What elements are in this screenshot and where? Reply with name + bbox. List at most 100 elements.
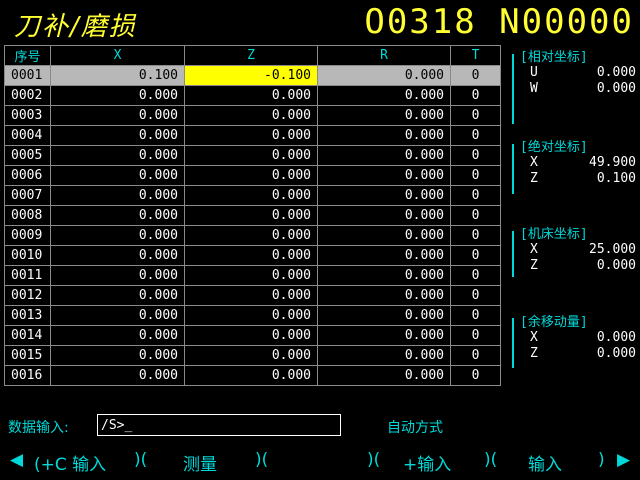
cell-t[interactable]: 0 xyxy=(450,305,501,326)
cell-z[interactable]: 0.000 xyxy=(184,245,318,266)
cell-x[interactable]: 0.000 xyxy=(50,145,185,166)
cell-z[interactable]: 0.000 xyxy=(184,365,318,386)
cell-t[interactable]: 0 xyxy=(450,265,501,286)
cell-no[interactable]: 0011 xyxy=(4,265,51,286)
table-row[interactable]: 0006 0.000 0.000 0.000 0 xyxy=(4,165,501,186)
cell-z[interactable]: 0.000 xyxy=(184,345,318,366)
cell-r[interactable]: 0.000 xyxy=(317,65,451,86)
table-row[interactable]: 0012 0.000 0.000 0.000 0 xyxy=(4,285,501,306)
softkey-c-input[interactable]: (+C 输入 xyxy=(34,450,106,475)
cell-no[interactable]: 0002 xyxy=(4,85,51,106)
cell-t[interactable]: 0 xyxy=(450,185,501,206)
table-row[interactable]: 0010 0.000 0.000 0.000 0 xyxy=(4,245,501,266)
cell-r[interactable]: 0.000 xyxy=(317,245,451,266)
cell-z[interactable]: 0.000 xyxy=(184,145,318,166)
cell-t[interactable]: 0 xyxy=(450,85,501,106)
cell-z[interactable]: 0.000 xyxy=(184,165,318,186)
cell-x[interactable]: 0.000 xyxy=(50,85,185,106)
cell-z[interactable]: -0.100 xyxy=(184,65,318,86)
cell-z[interactable]: 0.000 xyxy=(184,205,318,226)
cell-z[interactable]: 0.000 xyxy=(184,265,318,286)
cell-no[interactable]: 0005 xyxy=(4,145,51,166)
cell-no[interactable]: 0008 xyxy=(4,205,51,226)
table-row[interactable]: 0011 0.000 0.000 0.000 0 xyxy=(4,265,501,286)
cell-t[interactable]: 0 xyxy=(450,125,501,146)
cell-x[interactable]: 0.000 xyxy=(50,165,185,186)
table-row[interactable]: 0009 0.000 0.000 0.000 0 xyxy=(4,225,501,246)
cell-no[interactable]: 0003 xyxy=(4,105,51,126)
cell-t[interactable]: 0 xyxy=(450,165,501,186)
cell-x[interactable]: 0.000 xyxy=(50,185,185,206)
cell-r[interactable]: 0.000 xyxy=(317,225,451,246)
cell-no[interactable]: 0006 xyxy=(4,165,51,186)
cell-z[interactable]: 0.000 xyxy=(184,305,318,326)
cell-x[interactable]: 0.000 xyxy=(50,285,185,306)
cell-r[interactable]: 0.000 xyxy=(317,165,451,186)
cell-no[interactable]: 0004 xyxy=(4,125,51,146)
cell-r[interactable]: 0.000 xyxy=(317,105,451,126)
cell-t[interactable]: 0 xyxy=(450,245,501,266)
cell-no[interactable]: 0010 xyxy=(4,245,51,266)
cell-r[interactable]: 0.000 xyxy=(317,365,451,386)
cell-no[interactable]: 0014 xyxy=(4,325,51,346)
cell-x[interactable]: 0.000 xyxy=(50,305,185,326)
cell-x[interactable]: 0.000 xyxy=(50,245,185,266)
cell-r[interactable]: 0.000 xyxy=(317,125,451,146)
softkey-measure[interactable]: 测量 xyxy=(183,450,217,475)
cell-x[interactable]: 0.000 xyxy=(50,225,185,246)
cell-x[interactable]: 0.000 xyxy=(50,125,185,146)
cell-z[interactable]: 0.000 xyxy=(184,85,318,106)
data-input-field[interactable]: /S>_ xyxy=(97,414,341,436)
cell-z[interactable]: 0.000 xyxy=(184,285,318,306)
cell-r[interactable]: 0.000 xyxy=(317,205,451,226)
cell-z[interactable]: 0.000 xyxy=(184,105,318,126)
cell-z[interactable]: 0.000 xyxy=(184,325,318,346)
softkey-next-arrow[interactable]: ▶ xyxy=(617,450,630,470)
cell-t[interactable]: 0 xyxy=(450,105,501,126)
softkey-plus-input[interactable]: +输入 xyxy=(403,450,451,475)
cell-z[interactable]: 0.000 xyxy=(184,225,318,246)
cell-z[interactable]: 0.000 xyxy=(184,185,318,206)
cell-r[interactable]: 0.000 xyxy=(317,345,451,366)
cell-r[interactable]: 0.000 xyxy=(317,325,451,346)
table-row[interactable]: 0007 0.000 0.000 0.000 0 xyxy=(4,185,501,206)
table-row[interactable]: 0008 0.000 0.000 0.000 0 xyxy=(4,205,501,226)
cell-no[interactable]: 0007 xyxy=(4,185,51,206)
softkey-prev-arrow[interactable]: ◀ xyxy=(10,450,23,470)
cell-no[interactable]: 0016 xyxy=(4,365,51,386)
cell-x[interactable]: 0.000 xyxy=(50,345,185,366)
cell-x[interactable]: 0.000 xyxy=(50,365,185,386)
cell-r[interactable]: 0.000 xyxy=(317,285,451,306)
cell-x[interactable]: 0.000 xyxy=(50,265,185,286)
cell-x[interactable]: 0.000 xyxy=(50,205,185,226)
table-row[interactable]: 0014 0.000 0.000 0.000 0 xyxy=(4,325,501,346)
cell-no[interactable]: 0001 xyxy=(4,65,51,86)
table-row[interactable]: 0013 0.000 0.000 0.000 0 xyxy=(4,305,501,326)
table-row[interactable]: 0016 0.000 0.000 0.000 0 xyxy=(4,365,501,386)
cell-x[interactable]: 0.000 xyxy=(50,105,185,126)
table-row[interactable]: 0003 0.000 0.000 0.000 0 xyxy=(4,105,501,126)
cell-r[interactable]: 0.000 xyxy=(317,145,451,166)
softkey-input[interactable]: 输入 xyxy=(528,450,562,475)
cell-t[interactable]: 0 xyxy=(450,365,501,386)
cell-z[interactable]: 0.000 xyxy=(184,125,318,146)
cell-no[interactable]: 0013 xyxy=(4,305,51,326)
cell-r[interactable]: 0.000 xyxy=(317,85,451,106)
cell-x[interactable]: 0.000 xyxy=(50,325,185,346)
cell-t[interactable]: 0 xyxy=(450,345,501,366)
cell-x[interactable]: 0.100 xyxy=(50,65,185,86)
cell-no[interactable]: 0009 xyxy=(4,225,51,246)
cell-r[interactable]: 0.000 xyxy=(317,305,451,326)
cell-no[interactable]: 0015 xyxy=(4,345,51,366)
cell-t[interactable]: 0 xyxy=(450,225,501,246)
cell-no[interactable]: 0012 xyxy=(4,285,51,306)
table-row[interactable]: 0002 0.000 0.000 0.000 0 xyxy=(4,85,501,106)
cell-t[interactable]: 0 xyxy=(450,205,501,226)
table-row[interactable]: 0001 0.100 -0.100 0.000 0 xyxy=(4,65,501,86)
table-row[interactable]: 0015 0.000 0.000 0.000 0 xyxy=(4,345,501,366)
cell-t[interactable]: 0 xyxy=(450,325,501,346)
table-row[interactable]: 0005 0.000 0.000 0.000 0 xyxy=(4,145,501,166)
cell-r[interactable]: 0.000 xyxy=(317,185,451,206)
cell-t[interactable]: 0 xyxy=(450,145,501,166)
table-row[interactable]: 0004 0.000 0.000 0.000 0 xyxy=(4,125,501,146)
